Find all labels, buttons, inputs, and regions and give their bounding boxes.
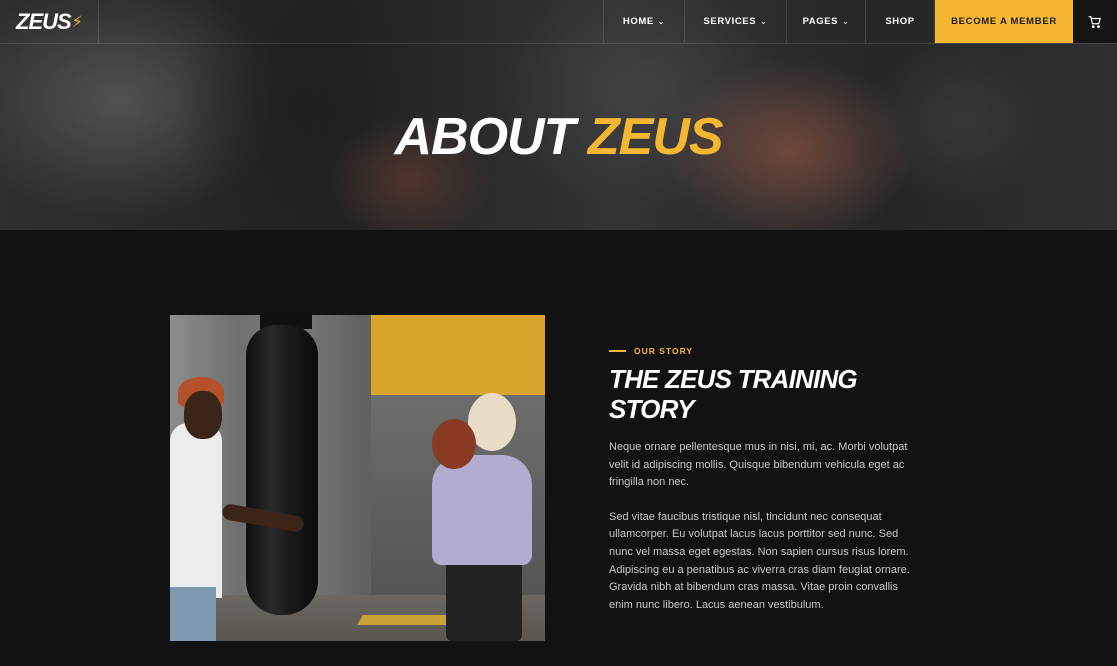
lightning-bolt-icon: ⚡: [71, 14, 83, 31]
main-nav: HOME ⌄ SERVICES ⌄ PAGES ⌄ SHOP: [603, 0, 935, 43]
photo-trainer-head: [184, 391, 222, 439]
story-paragraph-1: Neque ornare pellentesque mus in nisi, m…: [609, 441, 908, 489]
nav-item-shop[interactable]: SHOP: [866, 0, 935, 43]
nav-item-label: SHOP: [885, 16, 915, 27]
chevron-down-icon: ⌄: [657, 17, 666, 26]
photo-boxer-hoodie: [432, 455, 532, 565]
cart-icon: [1088, 15, 1101, 28]
nav-item-home[interactable]: HOME ⌄: [604, 0, 685, 43]
become-member-button[interactable]: BECOME A MEMBER: [935, 0, 1073, 43]
photo-yellow-wall: [371, 315, 545, 395]
photo-boxer-legs: [446, 560, 522, 641]
section-title: THE ZEUS TRAINING STORY: [609, 364, 858, 424]
header-spacer: [99, 0, 603, 43]
nav-item-services[interactable]: SERVICES ⌄: [685, 0, 787, 43]
nav-item-pages[interactable]: PAGES ⌄: [787, 0, 866, 43]
story-paragraph-2: Sed vitae faucibus tristique nisl, tinci…: [609, 510, 910, 611]
cart-button[interactable]: [1073, 0, 1117, 43]
story-section: OUR STORY THE ZEUS TRAINING STORY Neque …: [0, 230, 1117, 666]
photo-punching-bag: [246, 325, 318, 615]
logo[interactable]: ZEUS ⚡: [0, 0, 99, 44]
section-eyebrow: OUR STORY: [609, 346, 919, 356]
page-title-white: ABOUT: [394, 108, 575, 166]
logo-text: ZEUS: [16, 9, 72, 34]
photo-trainer-jeans: [170, 587, 216, 641]
chevron-down-icon: ⌄: [760, 17, 768, 26]
page-title: ABOUT ZEUS: [0, 108, 1117, 166]
nav-item-label: HOME: [622, 16, 654, 27]
photo-boxing-glove: [432, 419, 476, 469]
nav-item-label: SERVICES: [703, 16, 757, 27]
eyebrow-label: OUR STORY: [634, 346, 694, 356]
page-title-accent: ZEUS: [587, 108, 724, 166]
chevron-down-icon: ⌄: [842, 17, 850, 26]
nav-item-label: PAGES: [802, 16, 839, 27]
site-header: ZEUS ⚡ HOME ⌄ SERVICES ⌄ PAGES ⌄ SHOP BEC…: [0, 0, 1117, 44]
photo-trainer-shirt: [170, 423, 222, 598]
story-text-block: OUR STORY THE ZEUS TRAINING STORY Neque …: [609, 346, 919, 614]
eyebrow-line: [609, 350, 626, 352]
boxing-training-photo: [170, 315, 545, 641]
